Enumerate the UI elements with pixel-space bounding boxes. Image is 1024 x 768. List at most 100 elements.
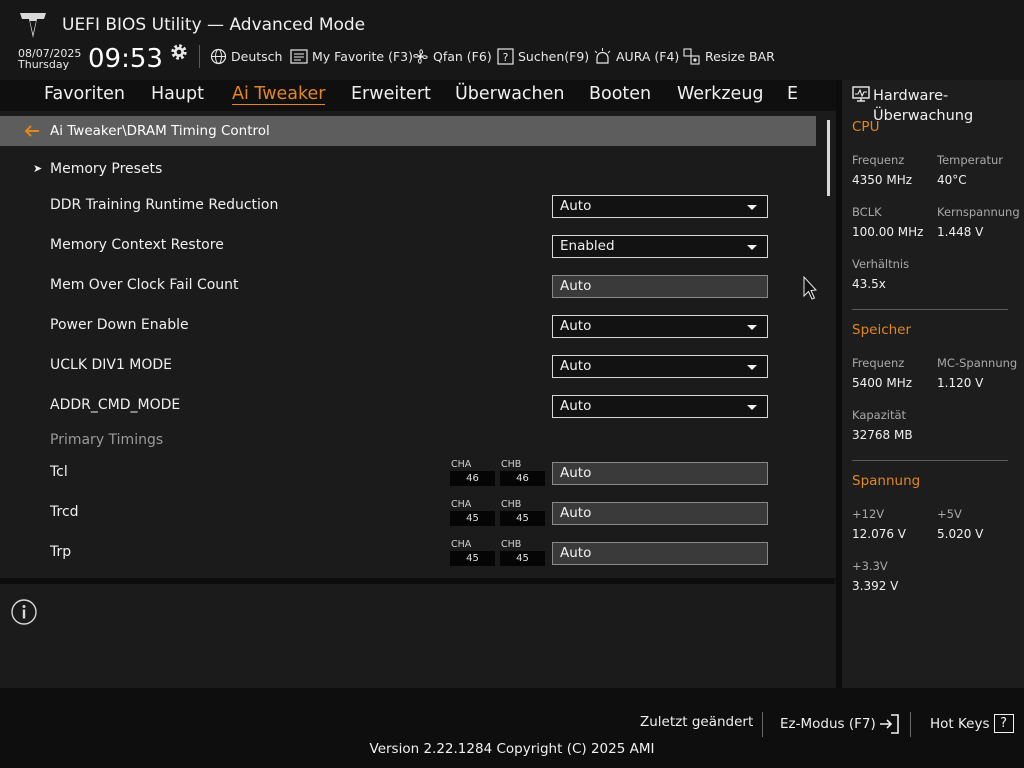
memory-presets-link[interactable]: Memory Presets — [50, 161, 162, 177]
hardware-monitor-title: Hardware-Überwachung — [873, 88, 974, 124]
hw-label: +5V — [937, 507, 962, 521]
chevron-down-icon — [747, 365, 757, 370]
qfan-label: Qfan (F6) — [433, 48, 492, 64]
uclk-div1-mode-select[interactable]: Auto — [552, 355, 768, 378]
tab-booten[interactable]: Booten — [589, 84, 651, 104]
aura-label: AURA (F4) — [616, 48, 680, 64]
select-value: Enabled — [560, 238, 615, 254]
hw-value: 1.448 V — [937, 225, 984, 239]
trcd-input[interactable]: Auto — [552, 502, 768, 525]
search-button[interactable]: ? Suchen(F9) — [497, 46, 589, 66]
tab-truncated[interactable]: E — [787, 84, 797, 104]
hw-section-memory: Speicher — [852, 322, 912, 338]
ddr-training-select[interactable]: Auto — [552, 195, 768, 218]
mouse-pointer-icon — [803, 276, 817, 300]
hw-value: 5400 MHz — [852, 376, 913, 390]
setting-label: Tcl — [50, 464, 68, 480]
hot-keys-label: Hot Keys — [930, 715, 990, 732]
tab-haupt[interactable]: Haupt — [151, 84, 204, 104]
breadcrumb: Ai Tweaker\DRAM Timing Control — [50, 123, 270, 139]
svg-text:?: ? — [503, 51, 509, 64]
submenu-arrow-icon: ➤ — [33, 162, 43, 175]
hw-label: +3.3V — [852, 559, 888, 573]
hw-value: 43.5x — [852, 277, 886, 291]
hw-label: Kapazität — [852, 408, 907, 422]
addr-cmd-mode-select[interactable]: Auto — [552, 395, 768, 418]
channel-b-value: 46 — [500, 471, 545, 486]
help-info-panel — [0, 584, 836, 688]
ez-mode-button[interactable]: Ez-Modus (F7) — [780, 714, 899, 734]
select-value: Auto — [560, 198, 592, 214]
resize-bar-icon — [683, 47, 700, 65]
header-divider — [199, 45, 200, 68]
qfan-button[interactable]: Qfan (F6) — [412, 46, 492, 66]
hw-label: Frequenz — [852, 356, 905, 370]
channel-b-label: CHB — [501, 499, 522, 510]
ez-mode-label: Ez-Modus (F7) — [780, 716, 876, 732]
globe-icon — [210, 48, 227, 64]
tab-ai-tweaker[interactable]: Ai Tweaker — [232, 84, 326, 105]
monitor-icon — [852, 86, 870, 102]
select-value: Auto — [560, 398, 592, 414]
footer-divider — [762, 712, 763, 737]
back-arrow-icon[interactable] — [24, 123, 40, 139]
tab-erweitert[interactable]: Erweitert — [351, 84, 431, 104]
tab-favoriten[interactable]: Favoriten — [44, 84, 125, 104]
hw-label: Frequenz — [852, 153, 905, 167]
mem-oc-fail-count-input[interactable]: Auto — [552, 275, 768, 298]
tab-werkzeug[interactable]: Werkzeug — [677, 84, 764, 104]
setting-label: Trp — [50, 544, 72, 560]
help-search-icon: ? — [497, 47, 514, 65]
hw-value: 4350 MHz — [852, 173, 913, 187]
hw-divider — [852, 309, 1008, 310]
tuf-logo-icon — [20, 13, 46, 38]
footer-divider — [910, 712, 911, 737]
select-value: Auto — [560, 358, 592, 374]
setting-label: Memory Context Restore — [50, 237, 224, 253]
channel-a-value: 46 — [450, 471, 495, 486]
hw-label: +12V — [852, 507, 885, 521]
date-display: 08/07/2025 Thursday — [18, 48, 81, 70]
channel-a-label: CHA — [451, 459, 472, 470]
gear-icon[interactable] — [169, 42, 189, 62]
my-favorite-label: My Favorite (F3) — [312, 48, 413, 64]
weekday-value: Thursday — [18, 58, 70, 71]
hw-value: 5.020 V — [937, 527, 984, 541]
channel-a-value: 45 — [450, 551, 495, 566]
power-down-enable-select[interactable]: Auto — [552, 315, 768, 338]
version-text: Version 2.22.1284 Copyright (C) 2025 AMI — [369, 741, 655, 757]
aura-button[interactable]: AURA (F4) — [593, 46, 679, 66]
trp-input[interactable]: Auto — [552, 542, 768, 565]
hot-keys-button[interactable]: Hot Keys ? — [930, 714, 1014, 733]
last-modified-button[interactable]: Zuletzt geändert — [640, 714, 753, 730]
resize-bar-button[interactable]: Resize BAR — [683, 46, 775, 66]
help-question-icon: ? — [993, 714, 1014, 733]
language-button[interactable]: Deutsch — [210, 46, 282, 66]
favorite-icon — [290, 48, 308, 64]
setting-label: Trcd — [50, 504, 79, 520]
chevron-down-icon — [747, 245, 757, 250]
memory-context-restore-select[interactable]: Enabled — [552, 235, 768, 258]
channel-a-label: CHA — [451, 539, 472, 550]
setting-label: Power Down Enable — [50, 317, 189, 333]
chevron-down-icon — [747, 405, 757, 410]
hw-label: Kernspannung — [937, 205, 1020, 219]
setting-label: DDR Training Runtime Reduction — [50, 197, 279, 213]
tcl-input[interactable]: Auto — [552, 462, 768, 485]
scrollbar-thumb[interactable] — [827, 120, 830, 196]
hw-label: Temperatur — [937, 153, 1004, 167]
hw-value: 12.076 V — [852, 527, 907, 541]
tab-ueberwachen[interactable]: Überwachen — [455, 84, 565, 104]
hw-label: BCLK — [852, 205, 882, 219]
search-label: Suchen(F9) — [518, 48, 590, 64]
clock-time: 09:53 — [88, 44, 163, 74]
channel-a-label: CHA — [451, 499, 472, 510]
my-favorite-button[interactable]: My Favorite (F3) — [290, 46, 413, 66]
language-label: Deutsch — [231, 48, 283, 64]
hw-value: 32768 MB — [852, 428, 913, 442]
section-heading: Primary Timings — [50, 432, 164, 448]
fan-icon — [413, 48, 428, 64]
setting-label: UCLK DIV1 MODE — [50, 357, 173, 373]
channel-b-label: CHB — [501, 539, 522, 550]
channel-b-value: 45 — [500, 511, 545, 526]
